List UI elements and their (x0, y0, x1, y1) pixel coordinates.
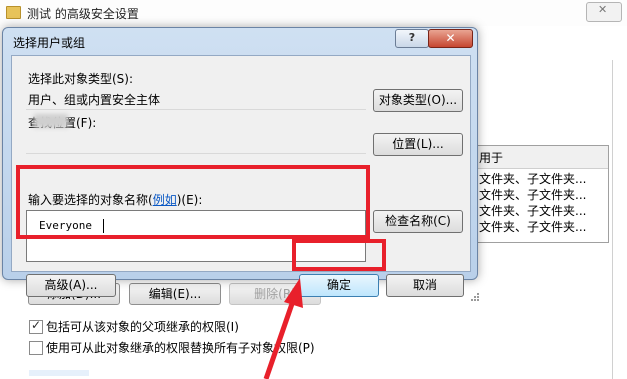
edit-button[interactable]: 编辑(E)... (129, 283, 221, 305)
close-icon: ✕ (445, 31, 456, 45)
list-item[interactable]: 文件夹、子文件夹... (479, 186, 586, 203)
close-icon: ✕ (598, 3, 608, 16)
permission-entries-list[interactable]: 用于 文件夹、子文件夹... 文件夹、子文件夹... 文件夹、子文件夹... 文… (470, 145, 609, 243)
redacted-location (34, 114, 68, 128)
window-close-button[interactable]: ✕ (586, 2, 622, 22)
dialog-close-button[interactable]: ✕ (428, 29, 473, 48)
ok-button[interactable]: 确定 (299, 274, 379, 297)
list-column-header[interactable]: 用于 (471, 146, 608, 169)
window-titlebar: 测试 的高级安全设置 ✕ (0, 0, 627, 26)
dialog-title: 选择用户或组 (13, 36, 86, 50)
object-type-field: 用户、组或内置安全主体 (26, 89, 366, 110)
column-applies-to: 用于 (479, 151, 504, 165)
cancel-button[interactable]: 取消 (386, 274, 464, 297)
help-button[interactable]: ? (395, 29, 429, 48)
locations-button[interactable]: 位置(L)... (373, 133, 463, 156)
location-field (26, 133, 366, 154)
checkmark-icon: ✓ (31, 318, 42, 332)
list-item[interactable]: 文件夹、子文件夹... (479, 170, 586, 187)
list-item[interactable]: 文件夹、子文件夹... (479, 218, 586, 235)
folder-icon (6, 6, 21, 19)
object-type-value: 用户、组或内置安全主体 (28, 93, 161, 107)
object-types-button[interactable]: 对象类型(O)... (373, 89, 463, 112)
replace-child-permissions-label: 使用可从此对象继承的权限替换所有子对象权限(P) (46, 341, 315, 355)
replace-child-permissions-checkbox[interactable] (29, 341, 43, 355)
advanced-button[interactable]: 高级(A)... (26, 274, 116, 297)
dialog-body: 选择此对象类型(S): 用户、组或内置安全主体 对象类型(O)... 查找位置(… (11, 55, 479, 301)
divider (612, 60, 613, 379)
highlight-ok-button (292, 239, 386, 271)
inherit-permissions-label: 包括可从该对象的父项继承的权限(I) (46, 320, 239, 334)
resize-grip-icon[interactable] (470, 292, 480, 302)
window-title: 测试 的高级安全设置 (27, 7, 139, 21)
help-icon: ? (408, 31, 416, 44)
select-users-or-groups-dialog: 选择用户或组 ? ✕ 选择此对象类型(S): 用户、组或内置安全主体 对象类型(… (2, 27, 479, 301)
object-type-label: 选择此对象类型(S): (28, 72, 134, 86)
inherit-permissions-checkbox[interactable]: ✓ (29, 318, 43, 334)
check-names-button[interactable]: 检查名称(C) (373, 210, 463, 233)
highlight-names-input (16, 165, 370, 239)
truncated-link (29, 370, 89, 376)
list-item[interactable]: 文件夹、子文件夹... (479, 202, 586, 219)
